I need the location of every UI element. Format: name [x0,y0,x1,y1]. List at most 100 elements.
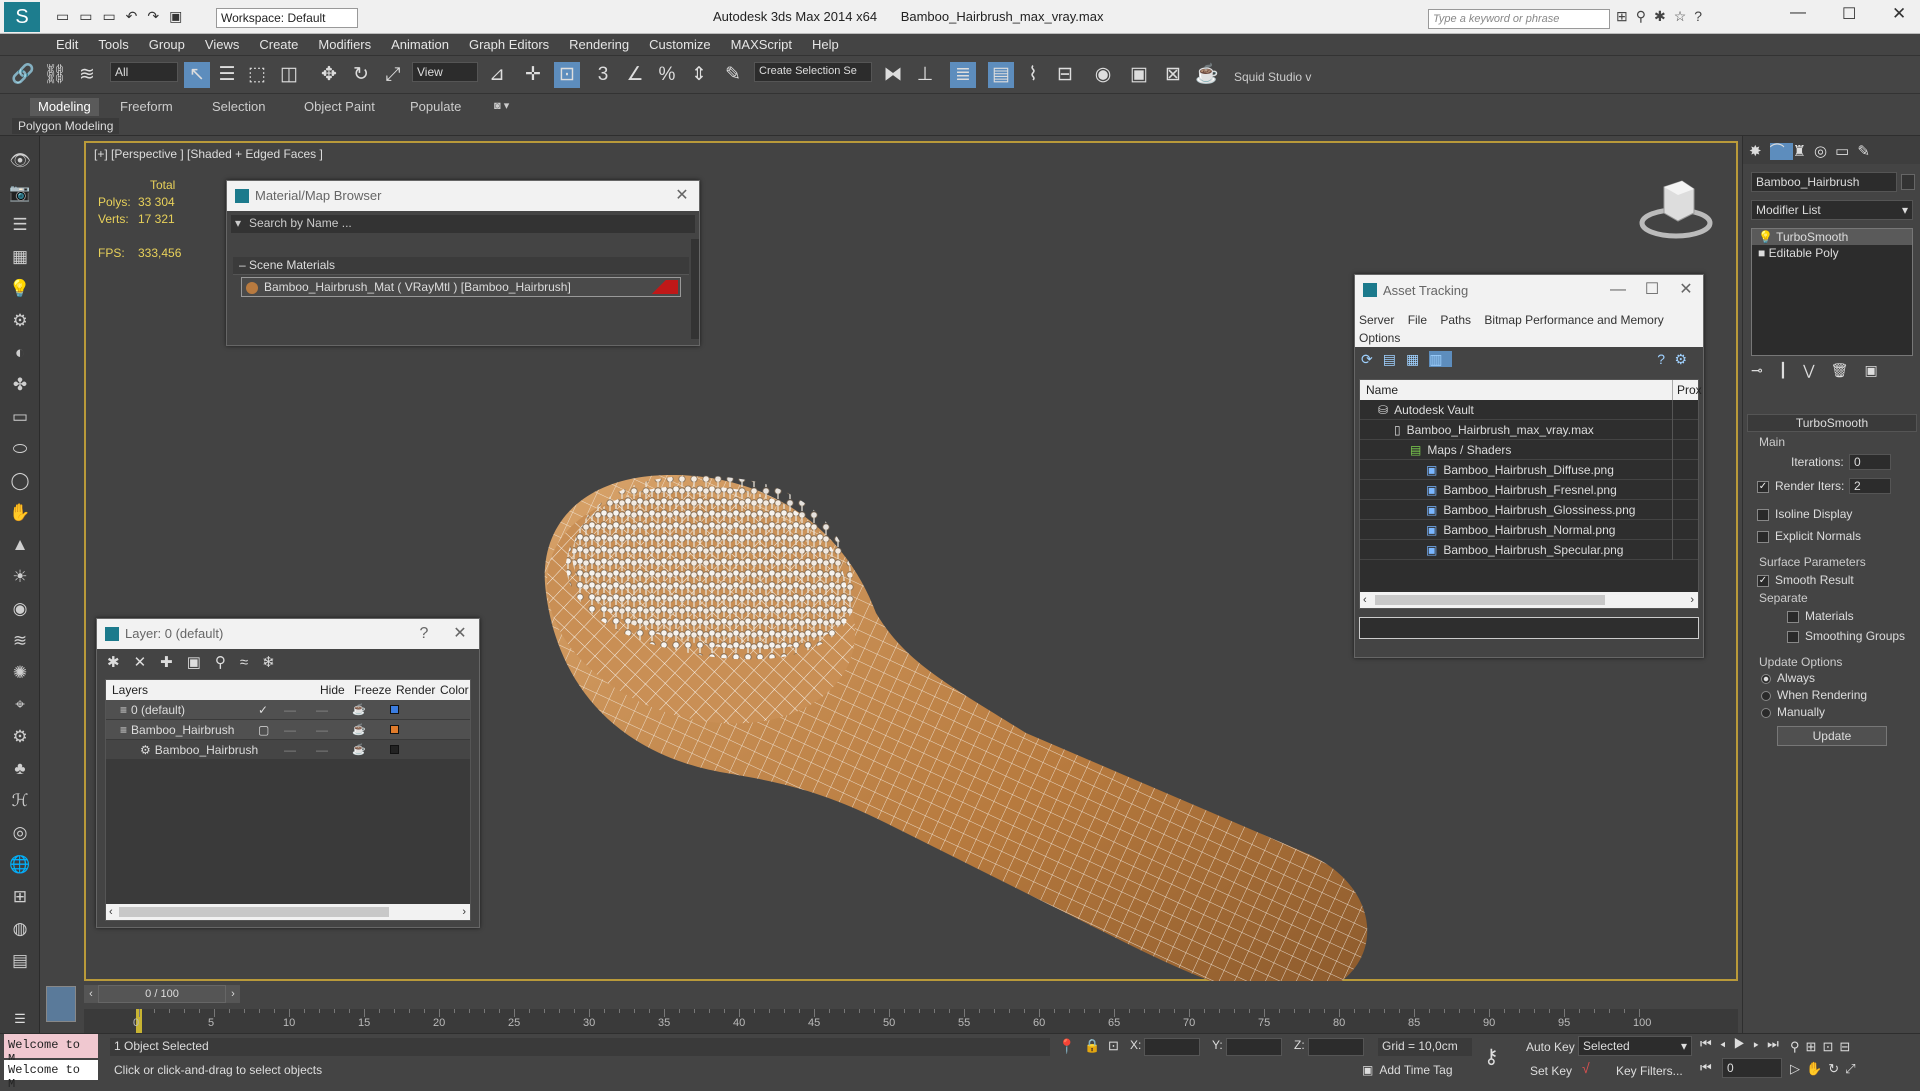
select-objects-icon[interactable]: ▣ [187,654,215,671]
always-radio[interactable] [1761,673,1771,684]
track-bar[interactable]: ☰ 0 5 10 15 20 25 30 35 40 45 50 55 60 65 70 75 80 85 90 95… [14,1009,1738,1033]
search-input[interactable]: Type a keyword or phrase [1428,9,1610,29]
keyboard-shortcut-icon[interactable]: ⊡ [554,62,580,88]
time-slider[interactable]: 0 / 100 [98,985,226,1003]
orbit-icon[interactable]: ↻ [1828,1061,1845,1076]
material-browser-scrollbar[interactable] [691,239,699,339]
render-teapot-icon[interactable]: ☕ [352,720,366,740]
grid-icon[interactable]: ▦ [9,246,31,268]
pan-icon[interactable]: ✋ [1806,1061,1828,1076]
delete-layer-icon[interactable]: ✕ [134,654,161,671]
tool-icon[interactable]: ≋ [9,630,31,652]
highlight-layer-icon[interactable]: ⚲ [215,654,240,671]
asset-settings-icon[interactable]: ⚙ [1674,351,1697,368]
object-name-field[interactable]: Bamboo_Hairbrush [1751,172,1897,192]
cone-icon[interactable]: ▲ [9,534,31,556]
asset-tracking-window[interactable]: Asset Tracking — ☐ ✕ Server File Paths B… [1354,274,1704,658]
script-icon[interactable]: ▤ [9,950,31,972]
new-layer-icon[interactable]: ✱ [107,654,134,671]
y-coord-field[interactable] [1226,1038,1282,1056]
asset-row[interactable]: ▣ Bamboo_Hairbrush_Glossiness.png [1360,500,1698,520]
render-setup-icon[interactable]: ▣ [1126,62,1152,88]
squid-studio-label[interactable]: Squid Studio v [1234,70,1311,84]
render-iters-spinner[interactable]: 2 [1849,478,1891,494]
current-frame-field[interactable]: 0 [1722,1058,1782,1078]
asset-menu-server[interactable]: Server [1359,313,1394,327]
plane-icon[interactable]: ▭ [9,406,31,428]
layer-col-render[interactable]: Render [396,680,435,700]
go-to-end-icon[interactable]: ⏭ [1767,1036,1787,1051]
render-teapot-icon[interactable]: ☕ [352,740,366,760]
layer-col-layers[interactable]: Layers [112,680,148,700]
reference-coord-dropdown[interactable]: View [412,62,478,82]
zoom-icon[interactable]: ⚲ [1790,1039,1806,1054]
active-layer-checkbox[interactable]: ▢ [258,720,269,740]
when-rendering-radio[interactable] [1761,690,1771,701]
asset-row[interactable]: ▣ Bamboo_Hairbrush_Fresnel.png [1360,480,1698,500]
rendered-frame-icon[interactable]: ⊠ [1160,62,1186,88]
shape-icon[interactable]: ⬭ [9,438,31,460]
asset-help-icon[interactable]: ? [1657,351,1675,367]
update-button[interactable]: Update [1777,726,1887,746]
viewport-label[interactable]: [+] [Perspective ] [Shaded + Edged Faces… [94,147,323,161]
stack-item-turbosmooth[interactable]: 💡 TurboSmooth [1752,229,1912,245]
fov-icon[interactable]: ▷ [1790,1061,1806,1076]
move-icon[interactable]: ✥ [316,62,342,88]
schematic-view-icon[interactable]: ⊟ [1052,62,1078,88]
asset-row[interactable]: ▣ Bamboo_Hairbrush_Diffuse.png [1360,460,1698,480]
layer-row[interactable]: ≡ 0 (default) ✓ — — ☕ [106,700,470,720]
asset-col-name[interactable]: Name [1366,383,1398,397]
smooth-result-checkbox[interactable]: ✓ [1757,574,1769,587]
hierarchy-tab-icon[interactable]: ♜ [1793,143,1814,160]
menu-views[interactable]: Views [195,34,249,52]
explicit-normals-checkbox[interactable] [1757,530,1769,543]
freeze-toggle[interactable]: — [316,700,328,720]
layer-col-color[interactable]: Color [440,680,470,700]
menu-edit[interactable]: Edit [46,34,88,52]
set-key-icon[interactable]: √ [1582,1060,1590,1076]
bind-spacewarp-icon[interactable]: ≋ [74,62,100,88]
percent-snap-icon[interactable]: % [654,62,680,88]
particle-icon[interactable]: ✺ [9,662,31,684]
ribbon-tab-selection[interactable]: Selection [204,98,273,116]
freeze-all-icon[interactable]: ❄ [262,654,289,671]
hide-toggle[interactable]: — [284,740,296,760]
asset-row[interactable]: ▣ Bamboo_Hairbrush_Normal.png [1360,520,1698,540]
angle-snap-icon[interactable]: ∠ [622,62,648,88]
modifier-list-dropdown[interactable]: Modifier List ▾ [1751,200,1913,220]
spinner-snap-icon[interactable]: ⇕ [686,62,712,88]
system-icon[interactable]: ✤ [9,374,31,396]
key-selected-dropdown[interactable]: Selected ▾ [1578,1036,1692,1056]
align-icon[interactable]: ⊥ [912,62,938,88]
scene-explorer-icon[interactable]: 👁 [9,150,31,172]
rotate-icon[interactable]: ↻ [348,62,374,88]
mirror-icon[interactable]: ⧓ [880,62,906,88]
stack-item-editable-poly[interactable]: ■ Editable Poly [1752,245,1912,261]
asset-tracking-titlebar[interactable]: Asset Tracking — ☐ ✕ [1355,275,1703,307]
maximize-viewport-icon[interactable]: ⤢ [1845,1061,1861,1076]
asset-close-icon[interactable]: ✕ [1671,275,1701,305]
key-filters-button[interactable]: Key Filters... [1614,1062,1685,1080]
layer-window-titlebar[interactable]: Layer: 0 (default) ? ✕ [97,619,479,649]
hair-icon[interactable]: ℋ [9,790,31,812]
isoline-display-checkbox[interactable] [1757,508,1769,521]
camera-icon[interactable]: 📷 [9,182,31,204]
layer-row[interactable]: ⚙ Bamboo_Hairbrush — — ☕ [106,740,470,760]
menu-animation[interactable]: Animation [381,34,459,52]
render-iters-checkbox[interactable]: ✓ [1757,480,1769,493]
layer-col-freeze[interactable]: Freeze [354,680,391,700]
hide-toggle[interactable]: — [284,700,296,720]
select-by-name-icon[interactable]: ☰ [214,62,240,88]
smoothing-groups-checkbox[interactable] [1787,630,1799,643]
select-manipulate-icon[interactable]: ✛ [520,62,546,88]
hide-toggle[interactable]: — [284,720,296,740]
app-logo[interactable]: S [4,2,40,32]
material-search-input[interactable]: ▾ Search by Name ... [231,215,695,233]
create-tab-icon[interactable]: ✸ [1749,143,1770,160]
time-next-icon[interactable]: › [226,985,240,1003]
freeze-toggle[interactable]: — [316,740,328,760]
close-button[interactable]: ✕ [1892,4,1906,24]
layer-manager-icon[interactable]: ≣ [950,62,976,88]
asset-menu-options[interactable]: Options [1359,331,1400,345]
scene-explorer-icon[interactable]: ▤ [988,62,1014,88]
